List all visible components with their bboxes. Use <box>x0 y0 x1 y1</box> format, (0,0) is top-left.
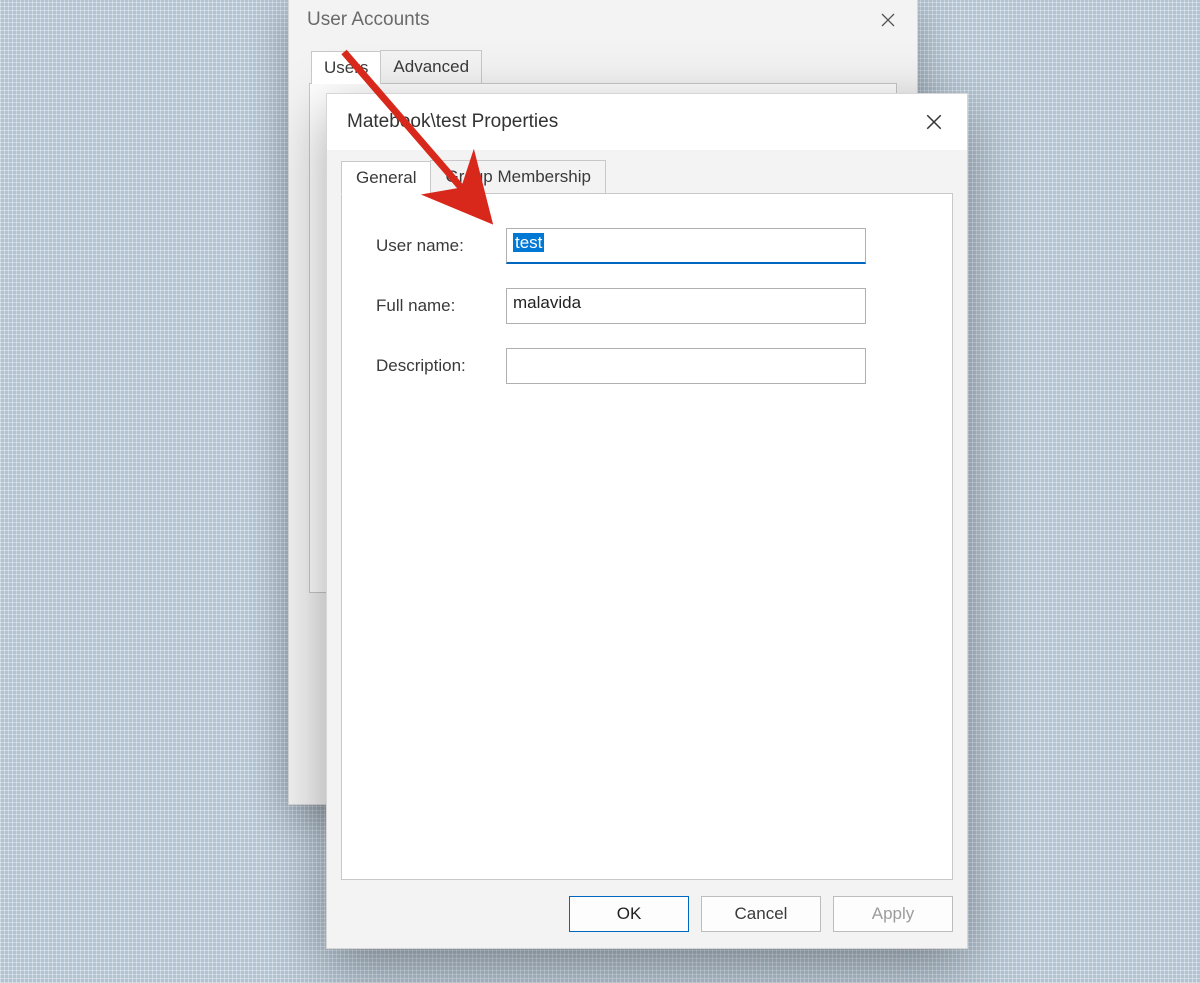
cancel-button[interactable]: Cancel <box>701 896 821 932</box>
label-description: Description: <box>376 356 506 376</box>
apply-button[interactable]: Apply <box>833 896 953 932</box>
fullname-field[interactable]: malavida <box>506 288 866 324</box>
label-fullname: Full name: <box>376 296 506 316</box>
username-selected-text: test <box>513 233 544 252</box>
ok-button[interactable]: OK <box>569 896 689 932</box>
user-accounts-titlebar: User Accounts <box>289 0 917 40</box>
properties-dialog: Matebook\test Properties General Group M… <box>326 93 968 949</box>
dialog-buttons: OK Cancel Apply <box>327 880 967 948</box>
fullname-value: malavida <box>513 293 581 312</box>
tab-general[interactable]: General <box>341 161 431 195</box>
username-field[interactable]: test <box>506 228 866 264</box>
tab-users[interactable]: Users <box>311 51 381 84</box>
label-username: User name: <box>376 236 506 256</box>
row-username: User name: test <box>376 228 926 264</box>
description-field[interactable] <box>506 348 866 384</box>
properties-titlebar[interactable]: Matebook\test Properties <box>327 94 967 150</box>
close-icon[interactable] <box>911 106 957 138</box>
row-description: Description: <box>376 348 926 384</box>
row-fullname: Full name: malavida <box>376 288 926 324</box>
user-accounts-title: User Accounts <box>307 9 430 31</box>
tab-advanced[interactable]: Advanced <box>380 50 482 83</box>
user-accounts-tabs: Users Advanced <box>289 40 917 83</box>
properties-body: User name: test Full name: malavida Desc… <box>341 193 953 880</box>
tab-group-membership[interactable]: Group Membership <box>430 160 606 194</box>
user-accounts-close-icon[interactable] <box>865 4 911 36</box>
properties-tabs: General Group Membership <box>327 150 967 194</box>
properties-title: Matebook\test Properties <box>347 111 558 133</box>
